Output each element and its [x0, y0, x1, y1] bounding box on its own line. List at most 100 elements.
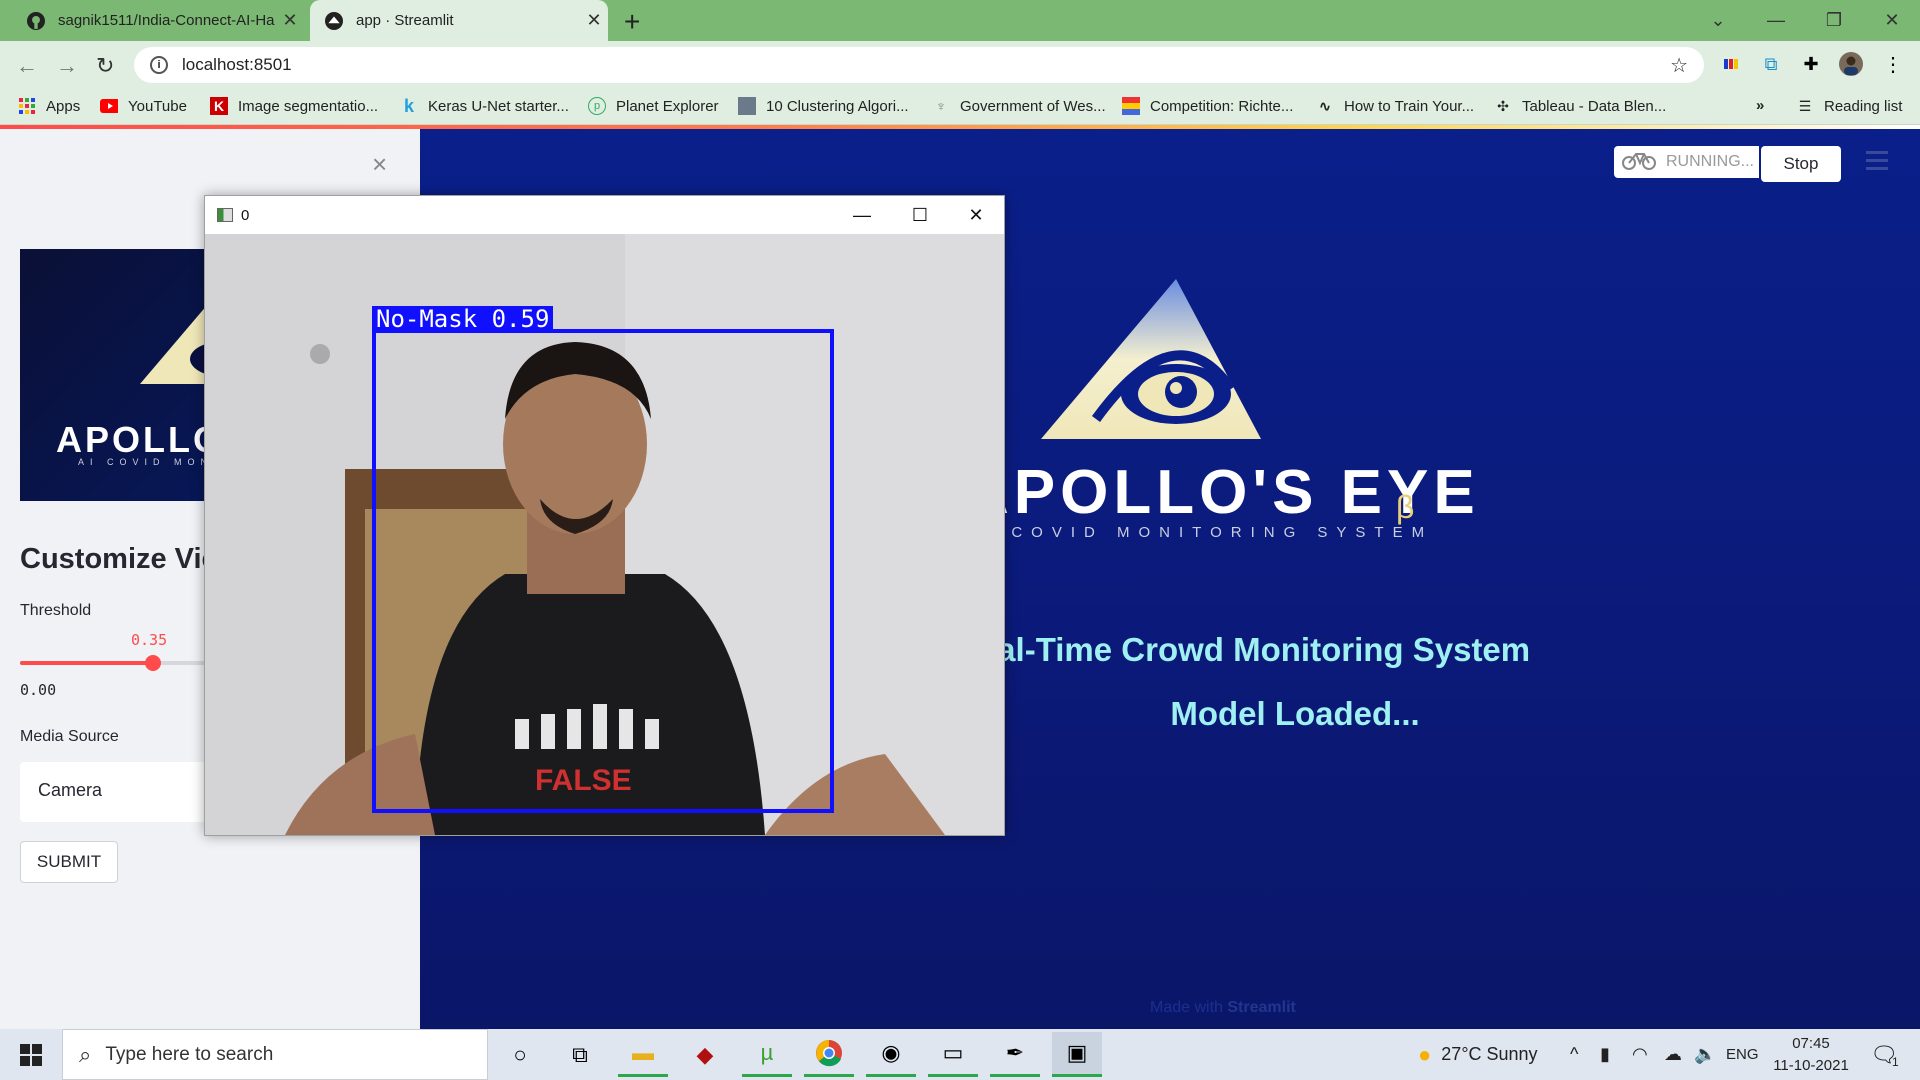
sidebar-close-icon[interactable]: × — [372, 149, 387, 180]
bookmark-label: Competition: Richte... — [1150, 97, 1294, 115]
windows-taskbar: ⌕ Type here to search ○ ⧉ ▬ ◆ µ ◉ ▭ ✒ ▣ … — [0, 1029, 1920, 1080]
minimize-icon[interactable]: — — [1748, 0, 1804, 41]
bookmark-label: Apps — [46, 97, 81, 115]
bookmark-star-icon[interactable]: ☆ — [1670, 53, 1688, 78]
hamburger-menu-icon[interactable] — [1866, 151, 1888, 175]
tab-title: sagnik1511/India-Connect-AI-Ha — [58, 12, 275, 29]
weather-widget[interactable]: ● 27°C Sunny — [1418, 1029, 1538, 1080]
opencv-window[interactable]: 0 — ☐ ✕ FALSE No-Mask 0.59 — [204, 195, 1005, 836]
notification-count: 1 — [1891, 1054, 1899, 1069]
bicycle-icon — [1622, 148, 1656, 176]
close-window-icon[interactable]: ✕ — [1864, 0, 1920, 41]
stop-button[interactable]: Stop — [1761, 146, 1841, 182]
utorrent-icon[interactable]: µ — [742, 1032, 792, 1077]
browser-tab-strip: sagnik1511/India-Connect-AI-Ha ✕ app · S… — [0, 0, 1920, 41]
tab-streamlit[interactable]: app · Streamlit ✕ — [310, 0, 608, 41]
search-placeholder: Type here to search — [105, 1043, 274, 1065]
url-text: localhost:8501 — [182, 55, 292, 74]
bookmark-keras-unet[interactable]: k Keras U-Net starter... — [400, 96, 569, 116]
reload-icon[interactable]: ↻ — [96, 53, 114, 79]
clock-date: 11-10-2021 — [1773, 1057, 1849, 1074]
submit-button[interactable]: SUBMIT — [20, 841, 118, 883]
running-status: RUNNING... — [1614, 146, 1759, 178]
bookmark-label: YouTube — [128, 97, 187, 115]
running-text: RUNNING... — [1666, 153, 1754, 170]
reading-list-label: Reading list — [1824, 97, 1903, 115]
tab-search-icon[interactable]: ⌄ — [1690, 0, 1746, 41]
flag-icon — [1122, 97, 1140, 115]
new-tab-icon[interactable]: + — [624, 6, 640, 38]
forward-icon[interactable]: → — [56, 53, 78, 79]
profile-avatar[interactable] — [1838, 51, 1864, 77]
search-icon: ⌕ — [79, 1041, 92, 1067]
bookmark-label: How to Train Your... — [1344, 97, 1475, 115]
windows-start-icon[interactable] — [0, 1029, 62, 1080]
bookmarks-overflow-button[interactable]: » — [1756, 97, 1764, 114]
wifi-icon[interactable]: ◠ — [1632, 1029, 1648, 1080]
tab-close-icon[interactable]: ✕ — [276, 10, 304, 31]
chrome-menu-icon[interactable]: ⋮ — [1880, 51, 1906, 77]
task-view-icon[interactable]: ⧉ — [555, 1032, 605, 1077]
tableau-icon: ✣ — [1497, 97, 1509, 114]
slider-thumb[interactable] — [145, 655, 161, 671]
bookmark-apps[interactable]: Apps — [18, 97, 80, 115]
taskbar-search-box[interactable]: ⌕ Type here to search — [62, 1029, 488, 1080]
bookmark-how-to-train[interactable]: ∿ How to Train Your... — [1316, 97, 1474, 115]
battery-icon[interactable]: ▮ — [1600, 1029, 1610, 1080]
main-logo-subtitle: AI COVID MONITORING SYSTEM — [966, 524, 1434, 541]
github-icon — [26, 11, 46, 31]
maximize-icon[interactable]: ☐ — [891, 196, 949, 234]
bookmark-label: 10 Clustering Algori... — [766, 97, 909, 115]
language-indicator[interactable]: ENG — [1726, 1029, 1759, 1080]
threshold-min: 0.00 — [20, 681, 57, 699]
pen-app-icon[interactable]: ✒ — [990, 1032, 1040, 1077]
opencv-titlebar[interactable]: 0 — ☐ ✕ — [205, 196, 1004, 234]
cloud-icon[interactable]: ☁ — [1664, 1029, 1682, 1080]
footer-streamlit-link[interactable]: Streamlit — [1227, 999, 1295, 1016]
bookmark-government[interactable]: ♆ Government of Wes... — [932, 97, 1106, 115]
system-clock[interactable]: 07:45 11-10-2021 — [1766, 1033, 1856, 1077]
extension-icon[interactable] — [1718, 51, 1744, 77]
bookmark-planet-explorer[interactable]: p Planet Explorer — [588, 97, 719, 115]
bookmark-tableau[interactable]: ✣ Tableau - Data Blen... — [1494, 97, 1666, 115]
main-logo-beta: β — [1396, 489, 1415, 525]
media-source-label: Media Source — [20, 728, 119, 745]
close-icon[interactable]: ✕ — [947, 196, 1005, 234]
window-app-icon — [217, 208, 233, 222]
slider-fill — [20, 661, 153, 665]
window-app-icon[interactable]: ▣ — [1052, 1032, 1102, 1077]
youtube-icon — [100, 97, 118, 115]
apollo-eye-logo-icon — [1041, 279, 1261, 439]
kaggle-k-icon: K — [210, 97, 228, 115]
detection-label: No-Mask 0.59 — [372, 306, 554, 332]
cortana-icon[interactable]: ○ — [495, 1032, 545, 1077]
site-info-icon[interactable]: i — [150, 56, 168, 74]
address-bar[interactable]: i localhost:8501 ☆ — [134, 47, 1704, 83]
tray-chevron-icon[interactable]: ^ — [1570, 1029, 1578, 1080]
page-title: Real-Time Crowd Monitoring System — [955, 631, 1531, 668]
extensions-puzzle-icon[interactable]: ✚ — [1798, 51, 1824, 77]
translate-extension-icon[interactable]: ⧉ — [1758, 51, 1784, 77]
bookmarks-bar: Apps YouTube K Image segmentatio... k Ke… — [0, 89, 1920, 125]
bookmark-clustering[interactable]: 10 Clustering Algori... — [738, 97, 909, 115]
notifications-button[interactable]: 🗨 1 — [1870, 1029, 1899, 1080]
app-icon[interactable]: ◆ — [680, 1032, 730, 1077]
camera-frame: FALSE No-Mask 0.59 — [205, 234, 1004, 835]
media-player-icon[interactable]: ◉ — [866, 1032, 916, 1077]
back-icon[interactable]: ← — [16, 53, 38, 79]
tab-github[interactable]: sagnik1511/India-Connect-AI-Ha ✕ — [12, 0, 304, 41]
bookmark-label: Tableau - Data Blen... — [1522, 97, 1667, 115]
bookmark-youtube[interactable]: YouTube — [100, 97, 187, 115]
page-icon — [738, 97, 756, 115]
bookmark-competition[interactable]: Competition: Richte... — [1122, 97, 1293, 115]
minimize-icon[interactable]: — — [833, 196, 891, 234]
clock-time: 07:45 — [1792, 1035, 1830, 1052]
chrome-icon[interactable] — [804, 1032, 854, 1077]
tab-close-icon[interactable]: ✕ — [580, 10, 608, 31]
bookmark-image-segmentation[interactable]: K Image segmentatio... — [210, 97, 378, 115]
file-explorer-icon[interactable]: ▬ — [618, 1032, 668, 1077]
volume-icon[interactable]: 🔈 — [1694, 1029, 1716, 1080]
restore-icon[interactable]: ❐ — [1806, 0, 1862, 41]
terminal-icon[interactable]: ▭ — [928, 1032, 978, 1077]
reading-list-button[interactable]: ☰ Reading list — [1796, 97, 1903, 115]
